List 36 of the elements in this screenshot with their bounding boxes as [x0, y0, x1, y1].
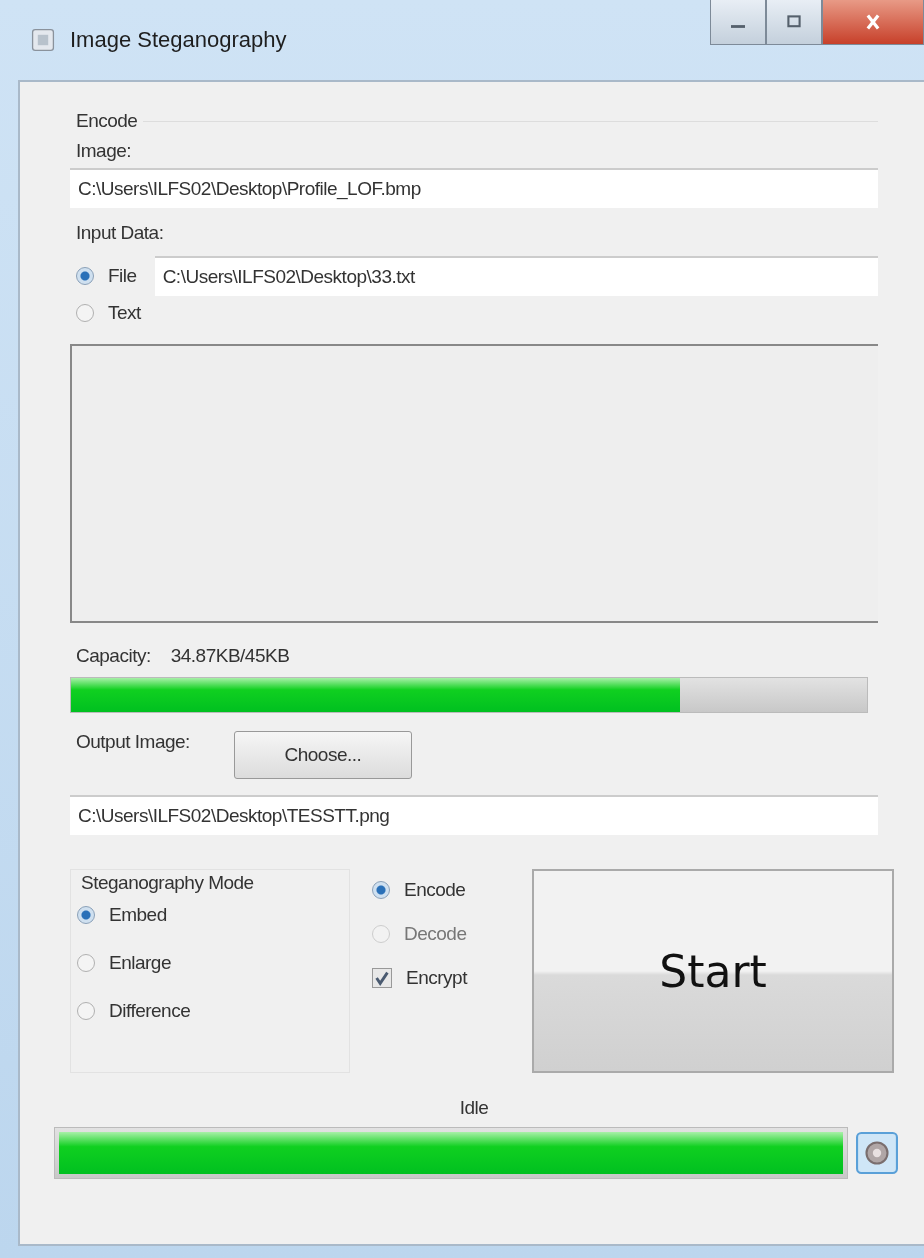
status-text: Idle [459, 1097, 489, 1119]
start-button[interactable]: Start [532, 869, 894, 1073]
radio-button[interactable] [77, 906, 95, 924]
maximize-button[interactable] [766, 0, 822, 45]
settings-icon[interactable] [856, 1132, 898, 1174]
capacity-label: Capacity: [76, 645, 151, 667]
close-button[interactable] [822, 0, 924, 45]
radio-button[interactable] [76, 267, 94, 285]
output-path-field[interactable]: C:\Users\ILFS02\Desktop\TESSTT.png [70, 795, 878, 835]
option-label: Difference [109, 1000, 191, 1022]
radio-button[interactable] [372, 881, 390, 899]
capacity-reading: 34.87KB/45KB [170, 645, 290, 667]
field-label: Input Data: [76, 222, 164, 244]
option-label: Encrypt [406, 967, 467, 989]
choose-button[interactable]: Choose... [233, 731, 412, 779]
radio-button[interactable] [76, 304, 94, 322]
image-path-field[interactable]: C:\Users\ILFS02\Desktop\Profile_LOF.bmp [70, 168, 878, 208]
checkbox[interactable] [372, 968, 392, 988]
option-label: Encode [404, 879, 466, 901]
option-label: Decode [404, 923, 467, 945]
group-title: Steganography Mode [81, 872, 254, 894]
minimize-icon [731, 24, 745, 28]
app-icon [30, 27, 56, 53]
option-label: File [108, 265, 137, 287]
radio-button[interactable] [77, 954, 95, 972]
option-label: Embed [109, 904, 167, 926]
option-label: Text [108, 302, 141, 324]
field-label: Image: [76, 140, 132, 162]
minimize-button[interactable] [710, 0, 766, 45]
group-title: Encode [76, 110, 138, 132]
window-title: Image Steganography [70, 27, 288, 53]
file-path-field[interactable]: C:\Users\ILFS02\Desktop\33.txt [154, 256, 878, 296]
output-image-label: Output Image: [76, 731, 190, 753]
radio-button[interactable] [77, 1002, 95, 1020]
text-input-area[interactable] [70, 344, 878, 623]
option-label: Enlarge [109, 952, 171, 974]
